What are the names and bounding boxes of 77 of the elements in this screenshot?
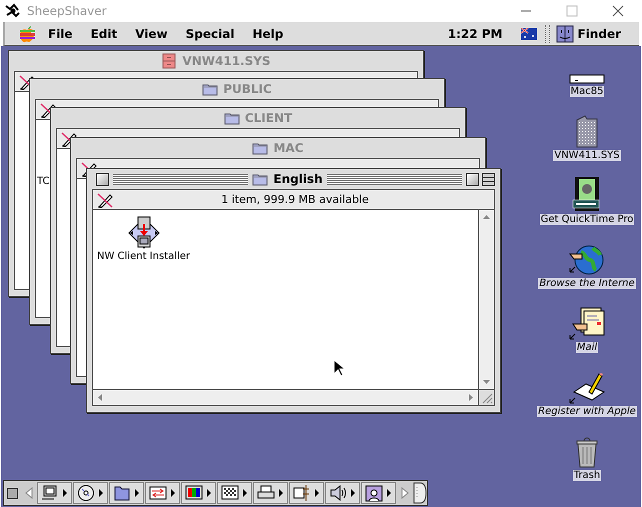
menu-clock[interactable]: 1:22 PM	[448, 26, 502, 40]
desktop-icon-label[interactable]: Mac85	[570, 86, 604, 97]
menu-item[interactable]: Special	[176, 26, 244, 40]
network-arrows-icon	[149, 484, 167, 502]
collapse-box[interactable]	[7, 488, 18, 498]
computer-icon	[41, 484, 59, 502]
checker-icon	[221, 484, 239, 502]
drawer-icon	[161, 53, 178, 69]
installer-icon[interactable]	[126, 216, 161, 250]
horizontal-scroll-bar[interactable]	[93, 390, 479, 405]
triangle-icon	[206, 488, 212, 498]
window-title: English	[273, 172, 323, 186]
vertical-scroll-bar[interactable]	[478, 210, 494, 389]
window-title: CLIENT	[244, 111, 292, 125]
crossed-pencil-icon	[96, 192, 114, 208]
triangle-icon	[134, 488, 140, 498]
menu-item[interactable]: Edit	[82, 26, 126, 40]
desktop-icon-label[interactable]: Register with Apple	[537, 406, 637, 417]
resize-grip-icon[interactable]	[479, 390, 494, 405]
triangle-icon	[386, 488, 392, 498]
finder-face-icon[interactable]	[556, 24, 574, 42]
title-bar-stripes[interactable]	[113, 174, 248, 184]
control-strip-module[interactable]	[289, 482, 324, 504]
control-strip-module[interactable]	[253, 482, 288, 504]
speaker-icon	[329, 484, 347, 502]
triangle-icon	[278, 488, 284, 498]
triangle-icon	[98, 488, 104, 498]
apple-menu-icon[interactable]	[19, 24, 35, 42]
control-strip-module[interactable]	[217, 482, 252, 504]
control-strip-module[interactable]	[325, 482, 360, 504]
close-icon[interactable]	[612, 5, 624, 17]
folder-icon	[202, 82, 218, 96]
strip-tab-icon[interactable]	[413, 482, 427, 504]
desktop-icon-label[interactable]: Trash	[572, 470, 602, 481]
window-title: VNW411.SYS	[182, 54, 271, 68]
folder-icon	[113, 484, 131, 502]
menu-item[interactable]: File	[39, 26, 82, 40]
folder-icon	[224, 111, 240, 125]
control-strip-module[interactable]	[73, 482, 108, 504]
menu-item[interactable]: View	[126, 26, 177, 40]
triangle-icon	[242, 488, 248, 498]
item-count-text: 1 item, 999.9 MB available	[220, 193, 370, 206]
desktop-icon-label[interactable]: Browse the Interne	[538, 278, 636, 289]
globe-icon[interactable]	[569, 244, 605, 276]
desktop-icon-label[interactable]: Get QuickTime Pro	[540, 214, 634, 225]
trash-can-icon[interactable]	[574, 436, 600, 468]
control-strip-module[interactable]	[37, 482, 72, 504]
desktop-icon-label[interactable]: VNW411.SYS	[553, 150, 621, 161]
menu-item[interactable]: Help	[243, 26, 292, 40]
color-bars-icon	[185, 484, 203, 502]
window-title: SheepShaver	[27, 4, 107, 18]
control-strip-module[interactable]	[181, 482, 216, 504]
folder-icon	[252, 172, 268, 186]
window-title: MAC	[273, 141, 304, 155]
triangle-icon	[350, 488, 356, 498]
triangle-icon	[170, 488, 176, 498]
control-strip-module[interactable]	[361, 482, 396, 504]
mail-letters-icon[interactable]	[569, 306, 605, 340]
control-strip-module[interactable]	[145, 482, 180, 504]
close-box[interactable]	[96, 172, 109, 186]
user-icon	[365, 484, 383, 502]
file-name[interactable]: TC	[37, 176, 50, 187]
pencil-paper-icon[interactable]	[569, 372, 605, 404]
cd-icon	[77, 484, 95, 502]
triangle-icon	[314, 488, 320, 498]
folder-icon	[252, 141, 268, 155]
collapse-box[interactable]	[482, 172, 495, 186]
mouse-pointer-icon	[333, 359, 345, 377]
flag-icon[interactable]	[520, 28, 536, 40]
file-name[interactable]: NW Client Installer	[97, 251, 190, 262]
title-bar-stripes[interactable]	[326, 174, 462, 184]
window-title: PUBLIC	[223, 82, 272, 96]
triangle-icon	[62, 488, 68, 498]
application-menu[interactable]: Finder	[578, 26, 621, 40]
zoom-box[interactable]	[466, 172, 479, 186]
desktop-icon-label[interactable]: Mail	[576, 342, 598, 353]
control-strip-module[interactable]	[109, 482, 144, 504]
